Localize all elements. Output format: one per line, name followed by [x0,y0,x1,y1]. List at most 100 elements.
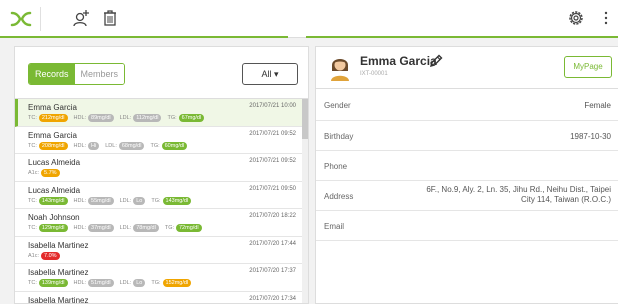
value-badge: 7.0% [41,251,60,260]
record-row[interactable]: Emma Garcia 2017/07/21 10:00 TC: 212mg/dl HD… [15,99,302,127]
value-label: TC: [28,115,37,121]
record-time: 2017/07/20 17:34 [249,295,296,302]
value-badge: 212mg/dl [38,114,68,122]
value-badge: 72mg/dl [176,224,202,232]
value-label: HDL: [73,225,87,231]
person-avatar-icon [328,53,352,81]
value-label: TC: [28,142,37,149]
record-time: 2017/07/20 17:37 [249,268,296,274]
record-name: Lucas Almeida [28,158,81,167]
record-values: A1c: 7.0% [28,251,66,260]
add-user-icon[interactable] [72,8,92,28]
record-values: TC: 139mg/dl HDL: 51mg/dl LDL: Lo TG: 152mg/dl [28,279,197,287]
value-label: TG: [167,115,177,121]
field-value: 1987-10-30 [570,132,611,141]
value-label: TC: [28,225,37,231]
record-row[interactable]: Noah Johnson 2017/07/20 18:22 TC: 129mg/dl H… [15,209,302,237]
view-toggle: Records Members [28,63,126,85]
field-birthday: Birthday 1987-10-30 [316,121,618,151]
record-name: Isabella Martinez [28,268,89,277]
records-panel: Records Members All ▾ Emma Garcia 2017/07… [14,46,309,304]
field-label: Gender [324,101,351,110]
record-name: Lucas Almeida [28,185,81,195]
record-values: TC: 143mg/dl HDL: 55mg/dl LDL: Lo TG: 143mg/dl [28,196,197,205]
tab-records[interactable]: Records [29,64,75,84]
value-badge: 89mg/dl [88,114,114,122]
value-badge: 152mg/dl [162,279,192,287]
scrollbar[interactable] [302,99,308,303]
field-value: 6F., No.9, Aly. 2, Ln. 35, Jihu Rd., Nei… [426,185,611,204]
mypage-button[interactable]: MyPage [564,56,612,78]
value-badge: 112mg/dl [133,114,162,122]
value-label: A1c: [28,170,40,176]
toolbar-divider [40,7,41,31]
value-label: HDL: [73,115,87,121]
record-row[interactable]: Isabella Martinez 2017/07/20 17:44 A1c: 7.0… [15,237,302,264]
value-label: TG: [164,225,174,231]
record-row[interactable]: Lucas Almeida 2017/07/21 09:52 A1c: 5.7% [15,154,302,182]
main-area: Records Members All ▾ Emma Garcia 2017/07… [0,38,618,304]
value-badge: 139mg/dl [38,279,68,287]
value-badge: 143mg/dl [38,196,68,205]
trash-icon[interactable] [100,8,120,28]
profile-header: Emma Garcia IXT-00001 MyPage [316,47,618,89]
record-name: Emma Garcia [28,103,77,112]
record-name: Emma Garcia [28,130,77,140]
value-badge: 68mg/dl [118,141,145,150]
record-row[interactable]: Isabella Martinez 2017/07/20 17:37 TC: 139m… [15,264,302,292]
record-row[interactable]: Lucas Almeida 2017/07/21 09:50 TC: 143mg/dl… [15,182,302,209]
field-label: Phone [324,162,348,171]
top-bar [0,0,618,38]
field-gender: Gender Female [316,89,618,121]
value-badge: 5.7% [41,169,60,177]
value-badge: 143mg/dl [162,196,192,205]
field-phone: Phone [316,151,618,181]
value-label: A1c: [28,252,40,259]
member-detail-panel: Emma Garcia IXT-00001 MyPage Gender Fema… [315,46,618,304]
value-label: HDL: [73,197,87,204]
member-id: IXT-00001 [360,71,388,77]
member-name: Emma Garcia [360,54,437,68]
value-badge: 67mg/dl [178,114,205,122]
record-values: TC: 129mg/dl HDL: 37mg/dl LDL: 78mg/dl TG: 72mg… [28,224,208,232]
value-label: LDL: [119,197,132,204]
gear-icon[interactable] [566,8,586,28]
filter-dropdown[interactable]: All ▾ [242,63,298,85]
record-list: Emma Garcia 2017/07/21 10:00 TC: 212mg/dl HD… [15,98,308,304]
record-time: 2017/07/21 09:52 [249,130,296,137]
value-label: HDL: [73,142,87,149]
value-label: TG: [151,280,161,286]
record-time: 2017/07/20 17:44 [249,240,296,247]
value-badge: 129mg/dl [38,224,68,232]
pencil-icon[interactable] [428,53,444,69]
value-label: TC: [28,197,37,204]
more-vertical-icon[interactable] [596,8,616,28]
record-row[interactable]: Isabella Martinez2017/07/20 17:34A1c:6.8… [15,292,302,304]
value-label: TG: [151,197,161,204]
record-time: 2017/07/21 09:52 [249,158,296,164]
tab-members[interactable]: Members [74,64,125,84]
value-badge: 51mg/dl [88,279,114,287]
record-values: TC: 208mg/dl HDL: Hi LDL: 68mg/dl TG: 60mg/dl [28,141,193,150]
record-name: Noah Johnson [28,213,80,222]
record-values: TC: 212mg/dl HDL: 89mg/dl LDL: 112mg/dl TG: 67m… [28,114,210,122]
record-time: 2017/07/21 10:00 [249,103,296,109]
record-time: 2017/07/21 09:50 [249,185,296,192]
value-label: TC: [28,280,37,286]
field-value: Female [584,101,611,110]
dx-logo-icon[interactable] [10,9,32,29]
field-email: Email [316,211,618,241]
value-badge: Lo [133,196,146,205]
value-label: LDL: [119,115,132,121]
record-row[interactable]: Emma Garcia 2017/07/21 09:52 TC: 208mg/dl HD… [15,127,302,154]
value-badge: 208mg/dl [38,141,68,150]
field-label: Birthday [324,132,354,141]
value-badge: 37mg/dl [88,224,114,232]
field-label: Email [324,222,345,231]
value-label: LDL: [105,142,117,149]
record-values: A1c: 5.7% [28,169,66,177]
field-address: Address 6F., No.9, Aly. 2, Ln. 35, Jihu … [316,181,618,211]
record-time: 2017/07/20 18:22 [249,213,296,219]
value-label: LDL: [119,225,132,231]
scrollbar-thumb[interactable] [302,99,308,139]
